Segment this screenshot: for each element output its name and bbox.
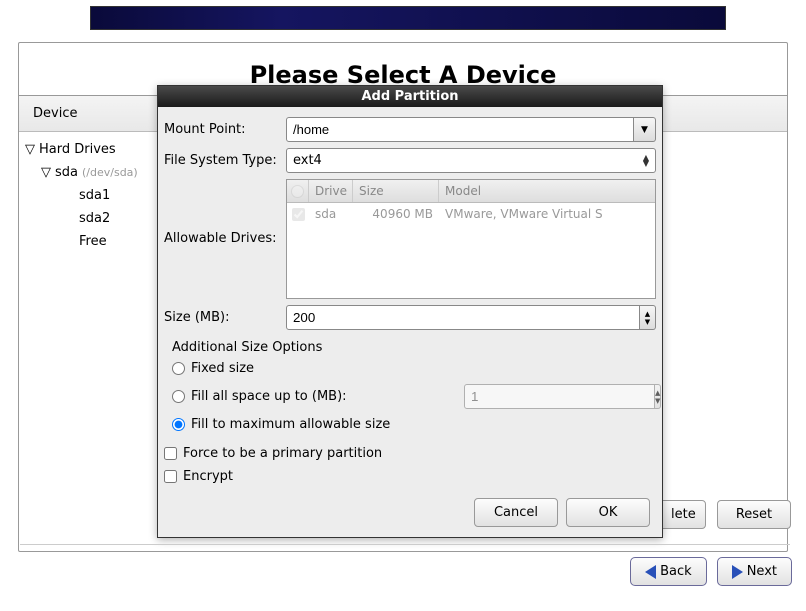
spinner-icon[interactable]: ▲▼ (643, 155, 649, 167)
tree-label: Hard Drives (39, 138, 116, 161)
fixed-size-label: Fixed size (191, 361, 254, 376)
encrypt-checkbox[interactable] (164, 470, 177, 483)
encrypt-label: Encrypt (183, 469, 233, 484)
select-all-radio[interactable] (291, 185, 304, 198)
fs-type-label: File System Type: (164, 153, 286, 168)
fill-max-radio[interactable] (172, 418, 185, 431)
cancel-button[interactable]: Cancel (474, 498, 558, 527)
dialog-title: Add Partition (158, 86, 662, 107)
size-label: Size (MB): (164, 310, 286, 325)
back-button[interactable]: Back (630, 557, 707, 586)
header-banner (90, 6, 726, 30)
col-size[interactable]: Size (353, 180, 439, 202)
device-path: (/dev/sda) (82, 161, 138, 184)
fill-upto-input[interactable] (464, 384, 655, 409)
drive-checkbox[interactable] (292, 208, 305, 221)
drive-size: 40960 MB (353, 203, 439, 225)
expander-icon[interactable]: ▽ (23, 143, 37, 157)
back-label: Back (660, 564, 692, 579)
additional-size-fieldset: Additional Size Options Fixed size Fill … (164, 338, 656, 442)
chevron-down-icon[interactable]: ▼ (634, 117, 656, 142)
spinner-buttons[interactable]: ▲▼ (655, 384, 661, 409)
arrow-right-icon (732, 565, 743, 579)
tree-label: sda2 (79, 207, 110, 230)
add-partition-dialog: Add Partition Mount Point: ▼ File System… (157, 85, 663, 538)
ok-button[interactable]: OK (566, 498, 650, 527)
mount-point-label: Mount Point: (164, 122, 286, 137)
fixed-size-radio[interactable] (172, 362, 185, 375)
drive-name: sda (309, 203, 353, 225)
fill-max-label: Fill to maximum allowable size (191, 417, 390, 432)
allowable-drives-table: Drive Size Model sda 40960 MB VMware, VM… (286, 179, 656, 299)
tree-label: sda1 (79, 184, 110, 207)
mount-point-combo[interactable]: ▼ (286, 117, 656, 142)
fs-type-select[interactable]: ext4 ▲▼ (286, 148, 656, 173)
next-button[interactable]: Next (717, 557, 792, 586)
next-label: Next (747, 564, 777, 579)
footer-separator (20, 544, 790, 545)
fieldset-legend: Additional Size Options (172, 340, 648, 355)
fill-upto-label: Fill all space up to (MB): (191, 389, 347, 404)
size-spinner[interactable]: ▲▼ (286, 305, 656, 330)
force-primary-label: Force to be a primary partition (183, 446, 382, 461)
tree-label: sda (55, 161, 78, 184)
fs-type-value: ext4 (293, 153, 322, 168)
col-model[interactable]: Model (439, 180, 655, 202)
tree-label: Free (79, 230, 107, 253)
expander-icon[interactable]: ▽ (39, 166, 53, 180)
size-input[interactable] (286, 305, 640, 330)
arrow-left-icon (645, 565, 656, 579)
allowable-drives-label: Allowable Drives: (164, 179, 286, 246)
col-drive[interactable]: Drive (309, 180, 353, 202)
drive-row[interactable]: sda 40960 MB VMware, VMware Virtual S (287, 203, 655, 225)
drives-header: Drive Size Model (287, 180, 655, 203)
fill-upto-radio[interactable] (172, 390, 185, 403)
fill-upto-spinner[interactable]: ▲▼ (464, 384, 648, 409)
mount-point-input[interactable] (286, 117, 634, 142)
delete-button[interactable]: lete (656, 500, 706, 529)
reset-button[interactable]: Reset (717, 500, 791, 529)
force-primary-checkbox[interactable] (164, 447, 177, 460)
drive-model: VMware, VMware Virtual S (439, 203, 655, 225)
spinner-buttons[interactable]: ▲▼ (640, 305, 656, 330)
